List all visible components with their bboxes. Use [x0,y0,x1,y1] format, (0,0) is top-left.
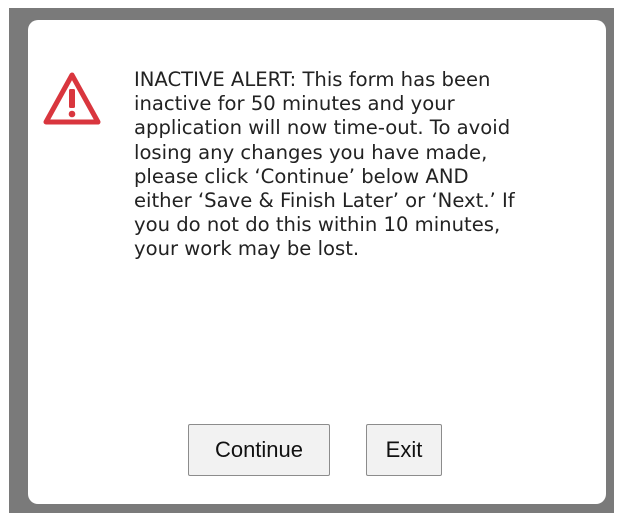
exit-button[interactable]: Exit [366,424,442,476]
alert-message: INACTIVE ALERT: This form has been inact… [134,68,515,261]
continue-button[interactable]: Continue [188,424,330,476]
warning-triangle-icon [43,72,101,125]
